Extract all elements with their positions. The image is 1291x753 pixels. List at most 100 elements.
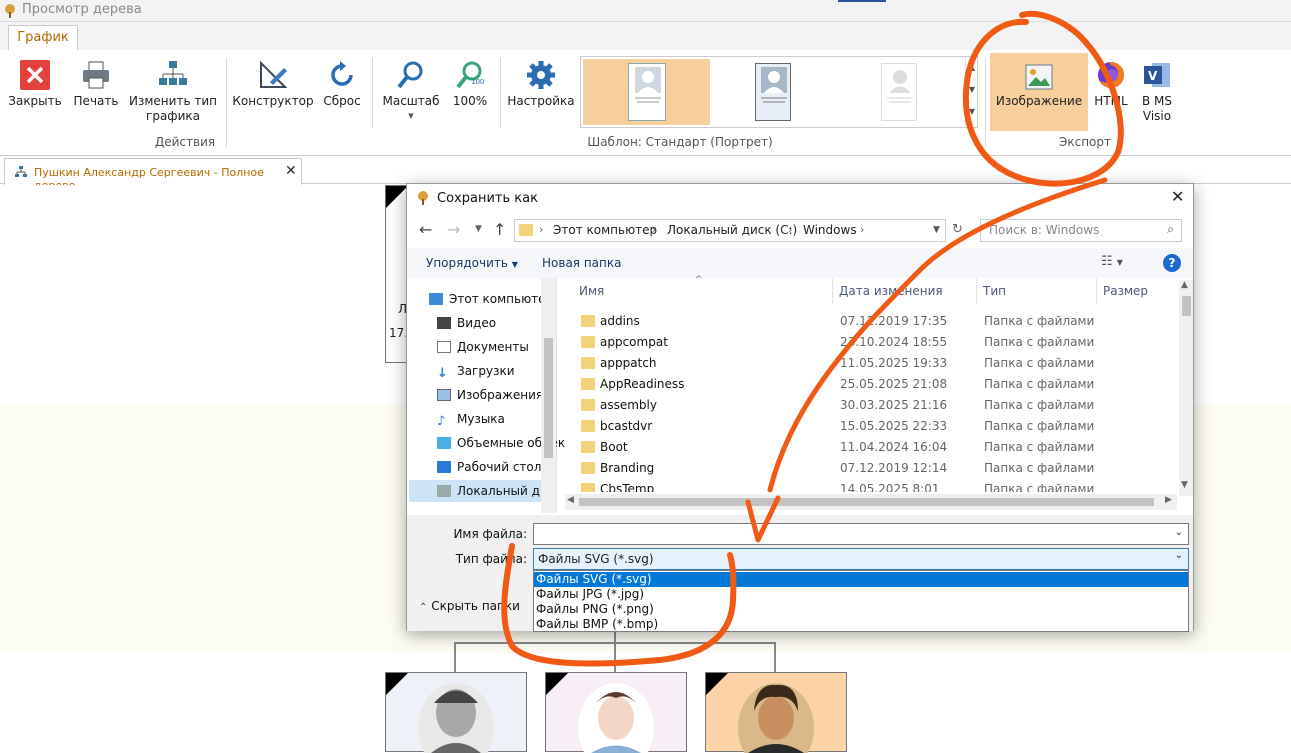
column-name[interactable]: Имя [573, 278, 833, 304]
filetype-value: Файлы SVG (*.svg) [538, 552, 654, 566]
gallery-scroller[interactable]: ▲ ▼ ▼ [965, 57, 978, 127]
new-folder-button[interactable]: Новая папка [542, 256, 621, 270]
chevron-down-icon[interactable]: ⌄ [1175, 527, 1183, 538]
gear-icon [527, 61, 555, 89]
scroll-up-icon[interactable]: ▲ [966, 57, 978, 79]
group-label-actions: Действия [154, 135, 216, 149]
document-tab-strip: Пушкин Александр Сергеевич - Полное дере… [0, 156, 1291, 192]
reset-button[interactable]: Сброс [318, 60, 366, 109]
template-gallery[interactable]: ▲ ▼ ▼ [580, 56, 978, 128]
filetype-option[interactable]: Файлы BMP (*.bmp) [534, 617, 1188, 632]
vertical-scrollbar[interactable]: ▲ ▼ [1179, 280, 1193, 496]
address-dropdown-icon[interactable]: ▼ [933, 225, 940, 235]
scroll-down-icon[interactable]: ▼ [1181, 480, 1188, 490]
ribbon-separator [500, 58, 501, 128]
desktop-icon [437, 461, 451, 473]
h-scroll-thumb[interactable] [579, 498, 1154, 506]
breadcrumb-windows[interactable]: Windows [803, 223, 857, 237]
filetype-option[interactable]: Файлы PNG (*.png) [534, 602, 1188, 617]
organize-button[interactable]: Упорядочить ▼ [426, 256, 518, 270]
file-row[interactable]: assembly 30.03.2025 21:16 Папка с файлами [565, 395, 1177, 416]
person-card-father[interactable] [385, 672, 527, 753]
dialog-close-icon[interactable]: ✕ [1171, 187, 1184, 206]
constructor-button[interactable]: Конструктор [232, 60, 314, 109]
folder-icon [581, 357, 595, 369]
help-icon[interactable]: ? [1163, 254, 1181, 272]
navigation-pane[interactable]: Этот компьютер Видео Документы ↓ Загрузки… [407, 278, 569, 513]
breadcrumb-disk[interactable]: Локальный диск (C:) [667, 223, 797, 237]
file-row[interactable]: bcastdvr 15.05.2025 22:33 Папка с файлами [565, 416, 1177, 437]
scroll-up-icon[interactable]: ▲ [1181, 280, 1188, 290]
address-bar[interactable]: › Этот компьютер › Локальный диск (C:) ›… [514, 219, 946, 242]
filename-input[interactable]: ⌄ [533, 523, 1189, 545]
file-list[interactable]: ^ Имя Дата изменения Тип Размер addins 07… [565, 275, 1177, 513]
zoom-button[interactable]: Масштаб ▼ [380, 60, 442, 124]
folder-icon [581, 462, 595, 474]
chevron-right-icon: › [860, 223, 865, 236]
nav-item-local-disk[interactable]: Локальный диск (C:) [409, 480, 555, 502]
file-row[interactable]: apppatch 11.05.2025 19:33 Папка с файлами [565, 353, 1177, 374]
recent-dropdown-icon[interactable]: ▼ [475, 224, 482, 234]
refresh-icon[interactable]: ↻ [952, 222, 963, 237]
chevron-down-icon: ▼ [511, 260, 518, 269]
nav-scroll-thumb[interactable] [544, 338, 553, 458]
tree-icon [15, 166, 27, 177]
search-input[interactable]: Поиск в: Windows ⌕ [980, 219, 1182, 242]
chevron-down-icon[interactable]: ⌄ [1175, 550, 1183, 561]
column-type[interactable]: Тип [977, 278, 1097, 304]
close-button[interactable]: Закрыть [6, 60, 64, 109]
printer-icon [83, 61, 109, 89]
back-arrow-icon[interactable]: ← [419, 220, 432, 239]
filetype-select[interactable]: Файлы SVG (*.svg) ⌄ [533, 548, 1189, 570]
export-image-button[interactable]: Изображение [990, 53, 1088, 131]
person-card-pushkin[interactable] [705, 672, 847, 753]
scroll-left-icon[interactable]: ◀ [567, 495, 574, 505]
tab-close-icon[interactable]: ✕ [285, 163, 297, 179]
template-thumb-2[interactable] [755, 63, 791, 121]
filetype-dropdown-list[interactable]: Файлы SVG (*.svg) Файлы JPG (*.jpg) Файл… [533, 570, 1189, 632]
zoom-100-button[interactable]: 100% 100% [446, 60, 494, 109]
file-row[interactable]: AppReadiness 25.05.2025 21:08 Папка с файл… [565, 374, 1177, 395]
template-thumb-3[interactable] [881, 63, 917, 121]
template-thumb-selected[interactable] [583, 59, 710, 125]
change-chart-type-button[interactable]: Изменить тип графика [128, 60, 218, 124]
filetype-option[interactable]: Файлы SVG (*.svg) [534, 572, 1188, 587]
file-row[interactable]: Branding 07.12.2019 12:14 Папка с файлами [565, 458, 1177, 479]
download-icon: ↓ [437, 366, 448, 381]
image-icon [1025, 64, 1053, 90]
dialog-toolbar: Упорядочить ▼ Новая папка ☷ ▼ ? [407, 248, 1193, 278]
tab-graph[interactable]: График [8, 25, 78, 51]
export-html-button[interactable]: HTML [1092, 60, 1130, 109]
tab-full-tree[interactable]: Пушкин Александр Сергеевич - Полное дере… [4, 158, 302, 192]
forward-arrow-icon[interactable]: → [447, 220, 460, 239]
file-row[interactable]: addins 07.12.2019 17:35 Папка с файлами [565, 311, 1177, 332]
scroll-right-icon[interactable]: ▶ [1165, 495, 1172, 505]
file-row[interactable]: Boot 11.04.2024 16:04 Папка с файлами [565, 437, 1177, 458]
pencil-ruler-icon [260, 60, 288, 88]
video-icon [437, 317, 451, 329]
filetype-option[interactable]: Файлы JPG (*.jpg) [534, 587, 1188, 602]
column-size[interactable]: Размер [1097, 278, 1177, 304]
folder-icon [581, 378, 595, 390]
settings-button[interactable]: Настройка [506, 60, 576, 109]
horizontal-scrollbar[interactable]: ◀ ▶ [565, 494, 1177, 510]
nav-scrollbar[interactable] [541, 278, 556, 513]
gallery-expand-icon[interactable]: ▼ [966, 101, 978, 123]
hide-folders-toggle[interactable]: ⌃ Скрыть папки [419, 599, 520, 613]
column-date[interactable]: Дата изменения [833, 278, 977, 304]
breadcrumb-computer[interactable]: Этот компьютер [553, 223, 657, 237]
file-row[interactable]: appcompat 23.10.2024 18:55 Папка с файлами [565, 332, 1177, 353]
export-visio-button[interactable]: V В MS Visio [1134, 60, 1180, 124]
org-chart-icon [159, 61, 187, 85]
v-scroll-thumb[interactable] [1182, 296, 1191, 316]
folder-icon [581, 441, 595, 453]
person-card-mother[interactable] [545, 672, 687, 753]
print-button[interactable]: Печать [70, 60, 122, 109]
save-as-dialog[interactable]: Сохранить как ✕ ← → ▼ ↑ › Этот компьютер… [406, 183, 1194, 632]
view-options-icon[interactable]: ☷ ▼ [1101, 254, 1123, 269]
file-row[interactable]: CbsTemp 14.05.2025 8:01 Папка с файлами [565, 479, 1177, 492]
scroll-down-icon[interactable]: ▼ [966, 79, 978, 101]
search-placeholder: Поиск в: Windows [989, 223, 1100, 237]
up-arrow-icon[interactable]: ↑ [493, 220, 506, 239]
close-icon [20, 60, 50, 90]
